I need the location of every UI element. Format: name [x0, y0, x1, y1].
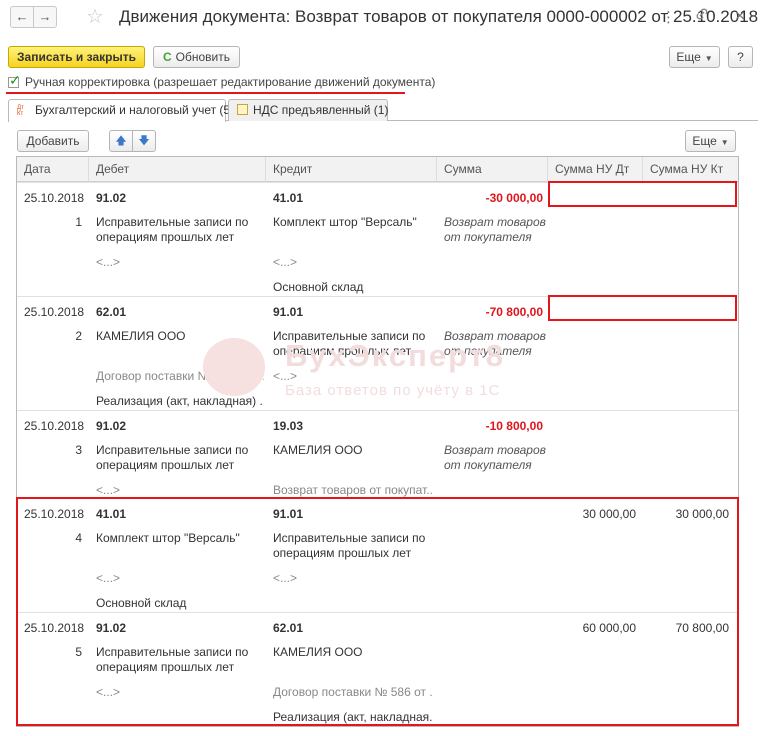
cell-credit-sub1a: Исправительные записи по [273, 329, 426, 343]
chevron-down-icon: ▼ [720, 138, 729, 147]
cell-content-b: от покупателя [444, 458, 532, 472]
manual-adjust-label: Ручная корректировка (разрешает редактир… [25, 75, 436, 89]
table-more-button[interactable]: Еще ▼ [685, 130, 736, 152]
table-row[interactable]: 25.10.2018 3 91.02 Исправительные записи по… [17, 410, 738, 498]
cell-num: 3 [75, 443, 82, 457]
cell-debit-account: 91.02 [96, 419, 127, 433]
cell-credit-sub2: <...> [273, 255, 298, 269]
cell-num: 1 [75, 215, 82, 229]
help-button[interactable]: ? [728, 46, 753, 68]
highlight-box-row1-nu [548, 181, 737, 207]
add-button[interactable]: Добавить [17, 130, 89, 152]
move-buttons: 🡅 🡇 [109, 130, 157, 152]
checkbox-box[interactable]: ✓ [8, 72, 21, 88]
column-credit[interactable]: Кредит [266, 157, 437, 182]
cell-date: 25.10.2018 [24, 191, 85, 205]
tab-vat-label: НДС предъявленный (1) [253, 103, 389, 117]
highlight-underline [6, 92, 405, 94]
cell-credit-account: 91.01 [273, 305, 304, 319]
refresh-button[interactable]: C Обновить [153, 46, 240, 68]
cell-credit-sub3: Основной склад [273, 280, 364, 294]
cell-num: 2 [75, 329, 82, 343]
cell-credit-sub2: <...> [273, 369, 298, 383]
cell-credit-sub1a: Комплект штор "Версаль" [273, 215, 417, 229]
checkmark-icon: ✓ [9, 72, 21, 88]
column-debit[interactable]: Дебет [89, 157, 266, 182]
more-menu-icon[interactable]: ⋮ [661, 8, 676, 26]
dt-kt-icon: Дт Кт [17, 104, 24, 117]
cell-credit-sub1a: КАМЕЛИЯ ООО [273, 443, 363, 457]
cell-content-b: от покупателя [444, 344, 532, 358]
tab-vat[interactable]: НДС предъявленный (1) [228, 99, 388, 121]
move-down-icon[interactable]: 🡇 [132, 130, 156, 152]
cell-debit-account: 91.02 [96, 191, 127, 205]
table-header: Дата Дебет Кредит Сумма Сумма НУ Дт Сумм… [17, 157, 738, 182]
tab-accounting-label: Бухгалтерский и налоговый учет (5) [35, 103, 235, 117]
column-sum-nu-dt[interactable]: Сумма НУ Дт [548, 157, 643, 182]
cell-debit-sub1b: операциям прошлых лет [96, 458, 235, 472]
cell-credit-account: 41.01 [273, 191, 304, 205]
cell-debit-sub3: Реализация (акт, накладная) ... [96, 394, 264, 408]
column-date[interactable]: Дата [17, 157, 89, 182]
highlight-box-rows-4-5 [16, 497, 739, 726]
cell-content-b: от покупателя [444, 230, 532, 244]
highlight-box-row2-nu [548, 295, 737, 321]
document-icon [237, 104, 248, 116]
save-and-close-button[interactable]: Записать и закрыть [8, 46, 145, 68]
close-icon[interactable]: × [735, 6, 745, 26]
cell-debit-sub2: <...> [96, 483, 121, 497]
refresh-label: Обновить [175, 50, 230, 64]
refresh-icon: C [162, 50, 172, 64]
link-icon[interactable] [694, 7, 710, 21]
cell-debit-account: 62.01 [96, 305, 127, 319]
title-bar: ← → ☆ Движения документа: Возврат товаро… [0, 0, 768, 36]
cell-debit-sub1a: Исправительные записи по [96, 443, 249, 457]
cell-content-a: Возврат товаров [444, 443, 546, 457]
cell-sum: -30 000,00 [485, 191, 543, 205]
cell-date: 25.10.2018 [24, 305, 85, 319]
cell-credit-sub1b: операциям прошлых лет [273, 344, 412, 358]
cell-debit-sub2: <...> [96, 255, 121, 269]
column-sum[interactable]: Сумма [437, 157, 548, 182]
cell-debit-sub1a: КАМЕЛИЯ ООО [96, 329, 186, 343]
cell-debit-sub1b: операциям прошлых лет [96, 230, 235, 244]
move-up-icon[interactable]: 🡅 [109, 130, 133, 152]
table-more-label: Еще [692, 134, 717, 148]
cell-credit-sub2: Возврат товаров от покупат... [273, 483, 433, 497]
tab-accounting[interactable]: Дт Кт Бухгалтерский и налоговый учет (5) [8, 99, 234, 122]
cell-content-a: Возврат товаров [444, 329, 546, 343]
cell-credit-account: 19.03 [273, 419, 304, 433]
cell-debit-sub2: Договор поставки № 586 от 0... [96, 369, 264, 383]
column-sum-nu-kt[interactable]: Сумма НУ Кт [643, 157, 738, 182]
tab-bar: Дт Кт Бухгалтерский и налоговый учет (5) Н… [8, 99, 758, 122]
cell-date: 25.10.2018 [24, 419, 85, 433]
cell-debit-sub1a: Исправительные записи по [96, 215, 249, 229]
cell-content-a: Возврат товаров [444, 215, 546, 229]
forward-arrow-icon[interactable]: → [33, 6, 57, 28]
more-label: Еще [676, 50, 701, 64]
back-arrow-icon[interactable]: ← [10, 6, 34, 28]
cell-sum: -70 800,00 [485, 305, 543, 319]
cell-sum: -10 800,00 [485, 419, 543, 433]
more-button[interactable]: Еще ▼ [669, 46, 720, 68]
chevron-down-icon: ▼ [704, 54, 713, 63]
favorite-star-icon[interactable]: ☆ [86, 4, 104, 29]
